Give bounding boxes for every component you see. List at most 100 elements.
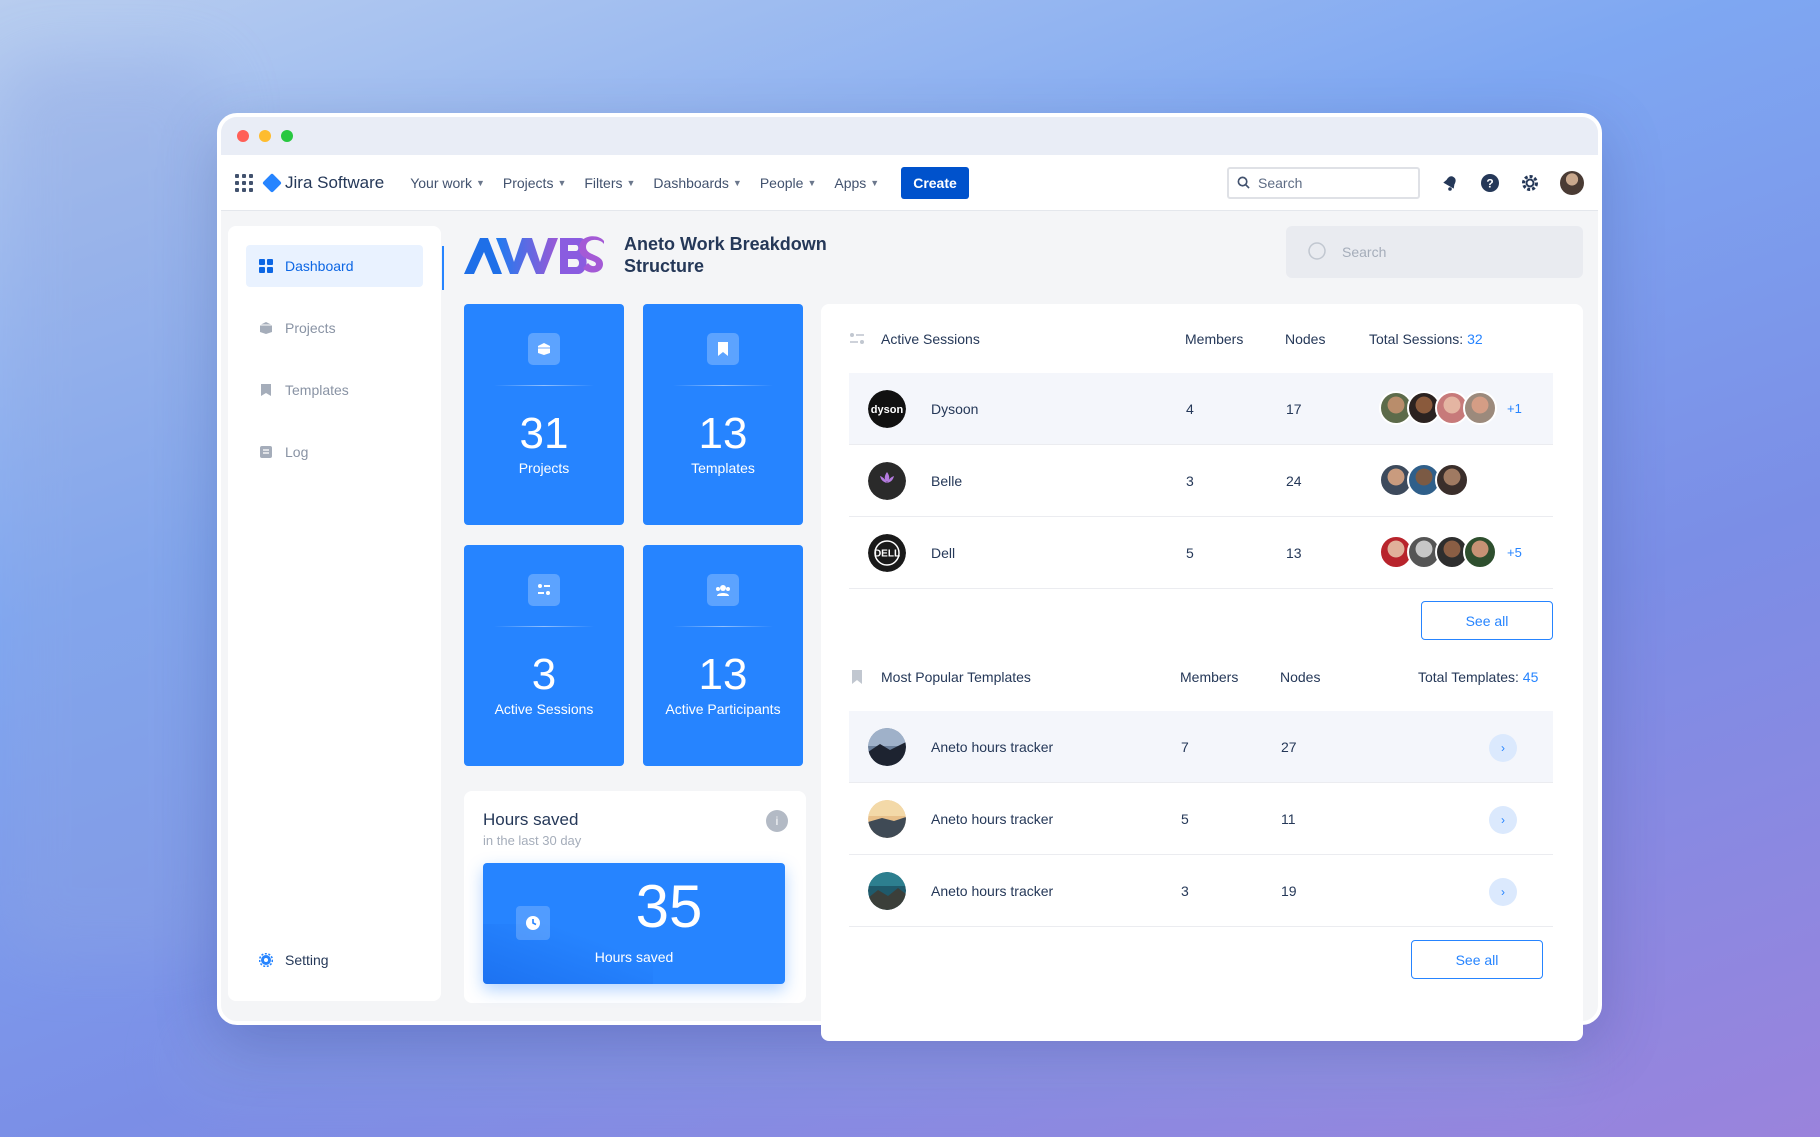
- participant-avatars: +1: [1379, 391, 1522, 425]
- session-members: 4: [1186, 401, 1194, 417]
- more-participants[interactable]: +1: [1507, 401, 1522, 416]
- sidebar-item-templates[interactable]: Templates: [246, 369, 423, 411]
- stat-card-projects[interactable]: 31 Projects: [464, 304, 624, 525]
- template-members: 7: [1181, 739, 1189, 755]
- session-row[interactable]: DELL Dell 5 13 +5: [849, 517, 1553, 589]
- template-nodes: 27: [1281, 739, 1297, 755]
- template-members: 3: [1181, 883, 1189, 899]
- template-row[interactable]: Aneto hours tracker 7 27 ›: [849, 711, 1553, 783]
- active-indicator: [442, 246, 444, 290]
- gear-icon: [259, 953, 273, 967]
- session-nodes: 13: [1286, 545, 1302, 561]
- people-icon: [707, 574, 739, 606]
- page-title: Aneto Work Breakdown Structure: [624, 234, 827, 276]
- stat-card-active-sessions[interactable]: 3 Active Sessions: [464, 545, 624, 766]
- hours-card-subtitle: in the last 30 day: [483, 833, 582, 848]
- svg-text:DELL: DELL: [874, 549, 900, 560]
- session-name: Belle: [931, 473, 963, 489]
- chevron-right-icon[interactable]: ›: [1489, 806, 1517, 834]
- stat-label: Templates: [691, 460, 755, 476]
- session-nodes: 24: [1286, 473, 1302, 489]
- session-members: 5: [1186, 545, 1194, 561]
- stat-value: 3: [531, 650, 557, 699]
- chevron-right-icon[interactable]: ›: [1489, 734, 1517, 762]
- info-icon[interactable]: i: [766, 810, 788, 832]
- more-participants[interactable]: +5: [1507, 545, 1522, 560]
- sessions-total: Total Sessions: 32: [1369, 331, 1483, 347]
- session-members: 3: [1186, 473, 1194, 489]
- template-thumbnail: [868, 800, 906, 838]
- template-nodes: 11: [1281, 811, 1296, 827]
- avatar: [1435, 463, 1469, 497]
- template-nodes: 19: [1281, 883, 1297, 899]
- templates-col-members: Members: [1180, 669, 1239, 685]
- popular-templates-title: Most Popular Templates: [881, 669, 1031, 685]
- search-icon: [1308, 242, 1326, 260]
- stat-card-active-participants[interactable]: 13 Active Participants: [643, 545, 803, 766]
- templates-total-label: Total Templates:: [1418, 669, 1519, 685]
- stat-divider: [673, 385, 773, 386]
- page-header: Aneto Work Breakdown Structure: [462, 233, 854, 277]
- sessions-icon: [850, 333, 864, 344]
- templates-total-value: 45: [1522, 669, 1539, 685]
- hours-value: 35: [635, 873, 703, 940]
- avatar: [1463, 391, 1497, 425]
- sidebar-item-setting[interactable]: Setting: [246, 939, 329, 981]
- projects-icon: [260, 322, 272, 334]
- template-thumbnail: [868, 872, 906, 910]
- template-row[interactable]: Aneto hours tracker 3 19 ›: [849, 855, 1553, 927]
- template-name: Aneto hours tracker: [931, 739, 1054, 755]
- sessions-col-members: Members: [1185, 331, 1244, 347]
- stat-value: 31: [519, 409, 569, 458]
- sidebar-item-label: Templates: [285, 382, 349, 398]
- sidebar-item-label: Dashboard: [285, 258, 354, 274]
- templates-total: Total Templates: 45: [1418, 669, 1538, 685]
- stat-divider: [494, 626, 594, 627]
- session-row[interactable]: dyson Dysoon 4 17 +1: [849, 373, 1553, 445]
- hours-saved-card: Hours saved in the last 30 day i 35 Hour…: [464, 791, 806, 1003]
- participant-avatars: +5: [1379, 535, 1522, 569]
- stat-label: Active Sessions: [494, 701, 594, 717]
- dashboard-search-input[interactable]: Search: [1286, 226, 1583, 278]
- template-row[interactable]: Aneto hours tracker 5 11 ›: [849, 783, 1553, 855]
- hours-label: Hours saved: [594, 949, 674, 965]
- bookmark-icon: [261, 384, 271, 396]
- template-members: 5: [1181, 811, 1189, 827]
- stat-value: 13: [698, 409, 748, 458]
- sidebar-item-dashboard[interactable]: Dashboard: [246, 245, 423, 287]
- session-nodes: 17: [1286, 401, 1302, 417]
- sidebar-item-label: Log: [285, 444, 309, 460]
- chevron-right-icon[interactable]: ›: [1489, 878, 1517, 906]
- bookmark-icon: [707, 333, 739, 365]
- sidebar-item-log[interactable]: Log: [246, 431, 423, 473]
- background-blur: [0, 60, 220, 960]
- stat-label: Active Participants: [665, 701, 781, 717]
- stat-divider: [673, 626, 773, 627]
- sidebar-item-label: Projects: [285, 320, 336, 336]
- sessions-total-value: 32: [1467, 331, 1483, 347]
- template-name: Aneto hours tracker: [931, 811, 1054, 827]
- dyson-logo: dyson: [868, 390, 906, 428]
- avatar: [1463, 535, 1497, 569]
- hours-card-title: Hours saved: [483, 810, 579, 829]
- templates-col-nodes: Nodes: [1280, 669, 1321, 685]
- belle-logo: [868, 462, 906, 500]
- dell-logo: DELL: [868, 534, 906, 572]
- session-row[interactable]: Belle 3 24: [849, 445, 1553, 517]
- template-thumbnail: [868, 728, 906, 766]
- active-sessions-title: Active Sessions: [881, 331, 980, 347]
- sidebar-item-projects[interactable]: Projects: [246, 307, 423, 349]
- sessions-templates-panel: Active Sessions Members Nodes Total Sess…: [821, 304, 1583, 1041]
- hours-saved-tile: 35 Hours saved: [483, 863, 785, 984]
- stat-card-templates[interactable]: 13 Templates: [643, 304, 803, 525]
- dashboard-icon: [259, 259, 273, 273]
- aneto-logo: [464, 236, 604, 274]
- sessions-col-nodes: Nodes: [1285, 331, 1326, 347]
- templates-see-all-button[interactable]: See all: [1411, 940, 1543, 979]
- setting-label: Setting: [285, 952, 329, 968]
- log-icon: [260, 446, 272, 458]
- session-name: Dysoon: [931, 401, 979, 417]
- sessions-see-all-button[interactable]: See all: [1421, 601, 1553, 640]
- content-area: Dashboard Projects Templates Log Setting…: [217, 113, 1602, 1041]
- dashboard-search-placeholder: Search: [1342, 244, 1387, 260]
